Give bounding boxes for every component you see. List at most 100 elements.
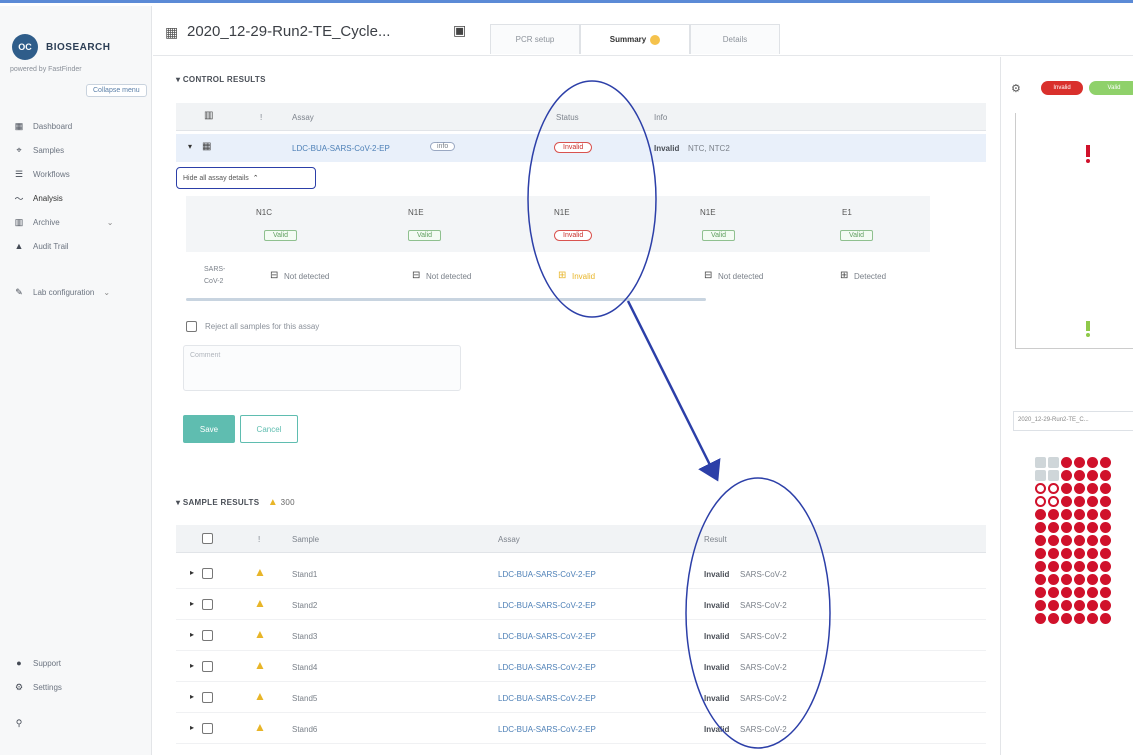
plate-well[interactable] <box>1035 509 1046 520</box>
plate-well[interactable] <box>1061 600 1072 611</box>
save-button[interactable]: Save <box>183 415 235 443</box>
sidebar-item-support[interactable]: ● Support <box>0 651 152 675</box>
plate-well[interactable] <box>1035 561 1046 572</box>
plate-select[interactable]: 2020_12-29-Run2-TE_C... <box>1013 411 1133 431</box>
column-header-sample[interactable]: Sample <box>292 535 319 544</box>
plate-well[interactable] <box>1061 561 1072 572</box>
plate-well[interactable] <box>1074 561 1085 572</box>
plate-well[interactable] <box>1035 496 1046 507</box>
row-checkbox[interactable] <box>202 661 213 674</box>
sidebar-item-settings[interactable]: ⚙ Settings <box>0 675 152 699</box>
column-header-flag[interactable]: ! <box>260 113 262 122</box>
expand-row-icon[interactable]: ▸ <box>190 568 194 577</box>
table-row[interactable]: ▸ ▲ Stand2 LDC-BUA-SARS-CoV-2-EP Invalid… <box>176 590 986 620</box>
amplification-plot[interactable] <box>1012 113 1133 349</box>
plate-well[interactable] <box>1074 496 1085 507</box>
plate-well[interactable] <box>1035 457 1046 468</box>
sidebar-item-audit-trail[interactable]: ▲ Audit Trail <box>0 234 152 258</box>
invalid-point[interactable] <box>1086 159 1090 163</box>
plate-well[interactable] <box>1100 522 1111 533</box>
plate-well[interactable] <box>1035 600 1046 611</box>
tab-details[interactable]: Details <box>690 24 780 54</box>
plate-well[interactable] <box>1100 574 1111 585</box>
plate-well[interactable] <box>1100 600 1111 611</box>
column-header-result[interactable]: Result <box>704 535 727 544</box>
plate-well[interactable] <box>1074 470 1085 481</box>
plate-well[interactable] <box>1048 457 1059 468</box>
plate-well[interactable] <box>1048 496 1059 507</box>
valid-point[interactable] <box>1086 321 1090 331</box>
plate-well[interactable] <box>1100 509 1111 520</box>
plate-well[interactable] <box>1061 470 1072 481</box>
legend-invalid[interactable]: Invalid <box>1041 81 1083 95</box>
comment-textarea[interactable]: Comment <box>183 345 461 391</box>
plate-well[interactable] <box>1087 522 1098 533</box>
plate-well[interactable] <box>1087 483 1098 494</box>
row-checkbox[interactable] <box>202 630 213 643</box>
legend-valid[interactable]: Valid <box>1089 81 1133 95</box>
table-row[interactable]: ▸ ▲ Stand1 LDC-BUA-SARS-CoV-2-EP Invalid… <box>176 559 986 589</box>
plate-well[interactable] <box>1061 483 1072 494</box>
plate-well[interactable] <box>1035 470 1046 481</box>
hide-assay-details-button[interactable]: Hide all assay details ⌃ <box>176 167 316 189</box>
info-tag[interactable]: info <box>430 142 456 151</box>
plate-well[interactable] <box>1100 496 1111 507</box>
edit-icon[interactable]: ▣ <box>453 22 466 39</box>
assay-link[interactable]: LDC-BUA-SARS-CoV-2-EP <box>498 570 596 579</box>
expand-row-icon[interactable]: ▸ <box>190 661 194 670</box>
plate-well[interactable] <box>1074 613 1085 624</box>
table-row[interactable]: ▸ ▲ Stand6 LDC-BUA-SARS-CoV-2-EP Invalid… <box>176 714 986 744</box>
plate-well[interactable] <box>1087 496 1098 507</box>
plate-well[interactable] <box>1061 574 1072 585</box>
cancel-button[interactable]: Cancel <box>240 415 298 443</box>
sidebar-item-analysis[interactable]: 〜 Analysis <box>0 186 152 210</box>
plate-well[interactable] <box>1061 548 1072 559</box>
table-row[interactable]: ▸ ▲ Stand4 LDC-BUA-SARS-CoV-2-EP Invalid… <box>176 652 986 682</box>
table-row[interactable]: ▸ ▲ Stand3 LDC-BUA-SARS-CoV-2-EP Invalid… <box>176 621 986 651</box>
plate-well[interactable] <box>1048 483 1059 494</box>
reject-all-row[interactable]: Reject all samples for this assay <box>186 321 319 332</box>
plate-well[interactable] <box>1061 535 1072 546</box>
plate-well[interactable] <box>1087 600 1098 611</box>
expand-row-icon[interactable]: ▸ <box>190 599 194 608</box>
plate-well[interactable] <box>1061 496 1072 507</box>
plate-well[interactable] <box>1048 522 1059 533</box>
plate-well[interactable] <box>1100 548 1111 559</box>
plate-well[interactable] <box>1048 613 1059 624</box>
plate-well[interactable] <box>1061 509 1072 520</box>
plate-well[interactable] <box>1100 613 1111 624</box>
row-checkbox[interactable] <box>202 599 213 612</box>
plate-well[interactable] <box>1087 509 1098 520</box>
plate-well[interactable] <box>1087 561 1098 572</box>
plate-well[interactable] <box>1074 574 1085 585</box>
column-header-info[interactable]: Info <box>654 113 667 122</box>
assay-link[interactable]: LDC-BUA-SARS-CoV-2-EP <box>498 632 596 641</box>
reject-all-checkbox[interactable] <box>186 321 197 332</box>
row-checkbox[interactable] <box>202 692 213 705</box>
sidebar-item-user[interactable]: ⚲ <box>0 711 152 735</box>
plate-well[interactable] <box>1087 587 1098 598</box>
plate-well[interactable] <box>1074 600 1085 611</box>
tab-pcr-setup[interactable]: PCR setup <box>490 24 580 54</box>
row-checkbox[interactable] <box>202 723 213 736</box>
plate-well[interactable] <box>1048 548 1059 559</box>
plate-well[interactable] <box>1087 613 1098 624</box>
plate-well[interactable] <box>1100 561 1111 572</box>
plate-well[interactable] <box>1035 522 1046 533</box>
sidebar-item-workflows[interactable]: ☰ Workflows <box>0 162 152 186</box>
plate-well[interactable] <box>1074 483 1085 494</box>
expand-row-icon[interactable]: ▸ <box>190 692 194 701</box>
plate-well[interactable] <box>1035 548 1046 559</box>
plate-well[interactable] <box>1100 587 1111 598</box>
plate-well[interactable] <box>1074 587 1085 598</box>
plate-well[interactable] <box>1074 509 1085 520</box>
plate-well[interactable] <box>1061 522 1072 533</box>
table-row[interactable]: ▸ ▲ Stand5 LDC-BUA-SARS-CoV-2-EP Invalid… <box>176 683 986 713</box>
collapse-row-icon[interactable]: ▾ <box>188 142 192 151</box>
delete-icon[interactable]: ▥ <box>204 110 213 121</box>
horizontal-scrollbar[interactable] <box>186 298 706 301</box>
plate-well[interactable] <box>1074 535 1085 546</box>
plate-well[interactable] <box>1035 587 1046 598</box>
plate-well[interactable] <box>1048 470 1059 481</box>
expand-row-icon[interactable]: ▸ <box>190 723 194 732</box>
